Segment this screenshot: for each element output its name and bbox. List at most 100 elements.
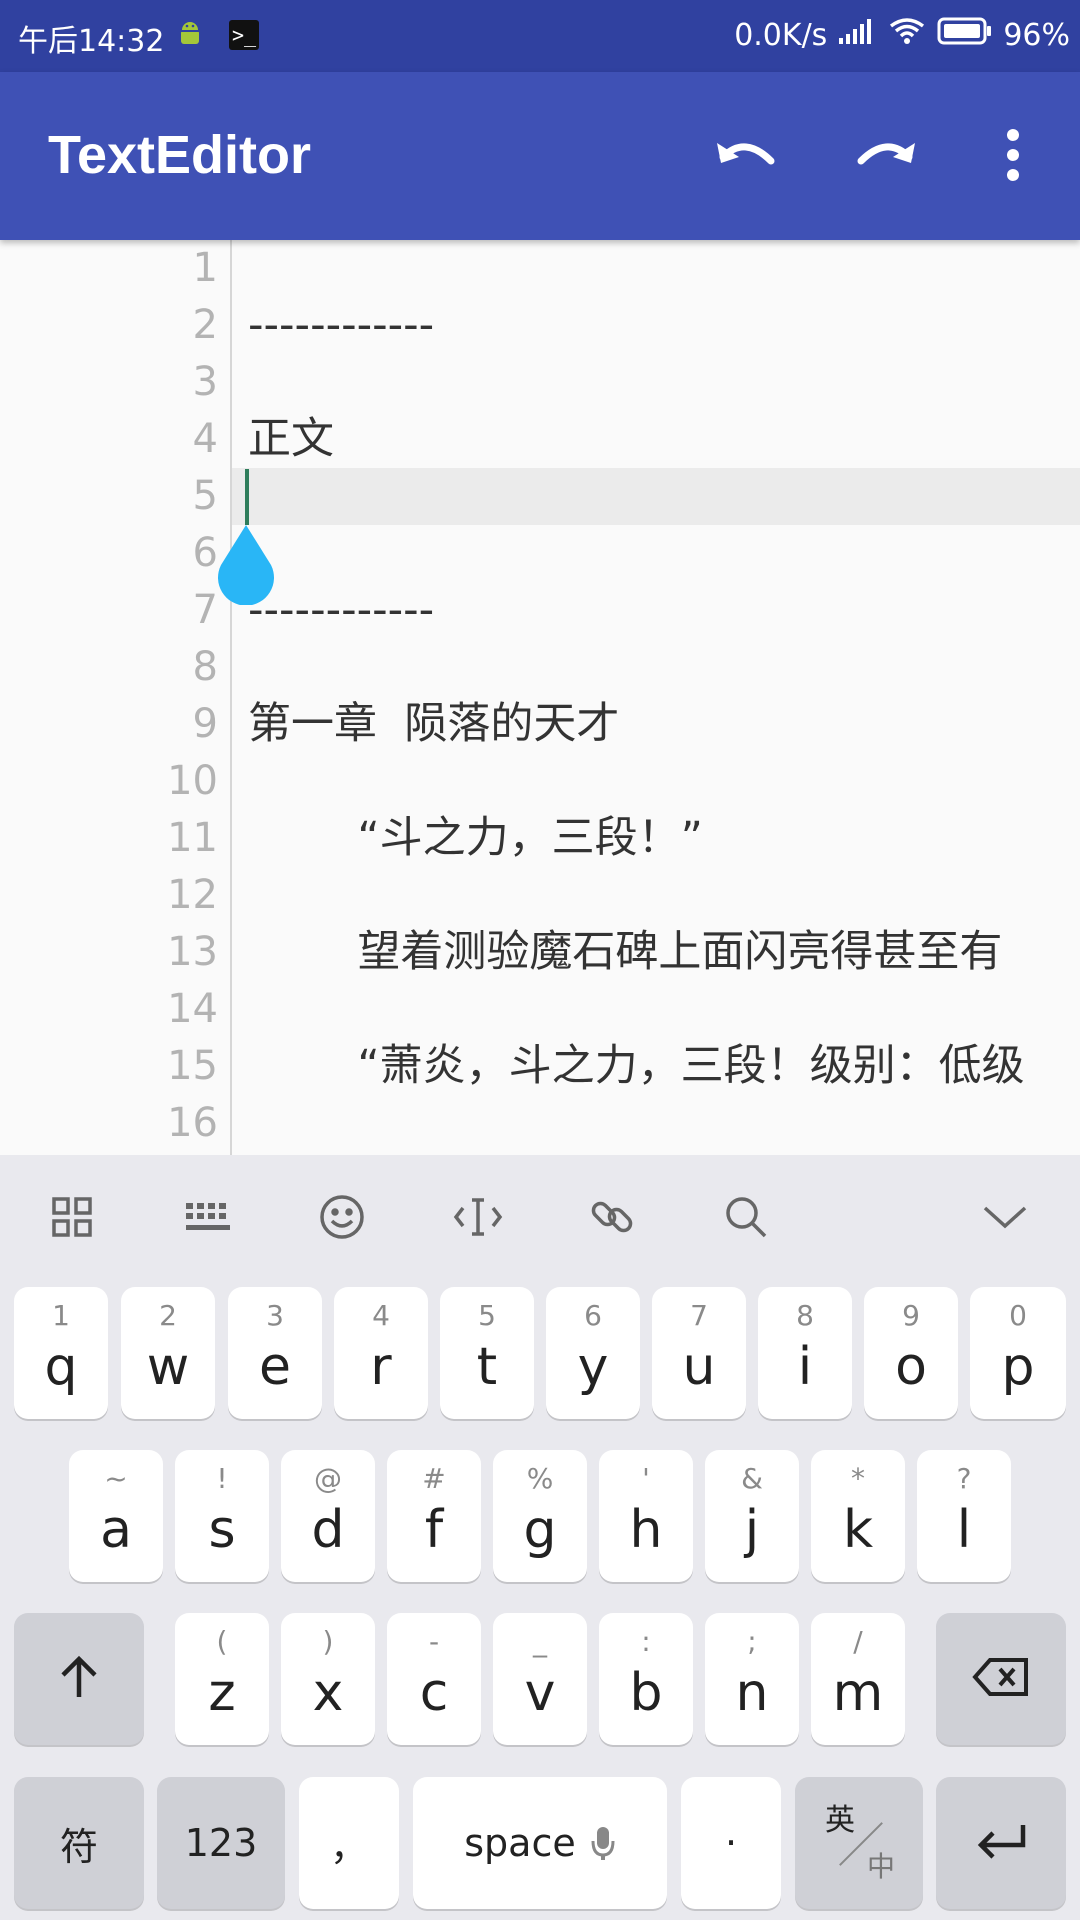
key-label: 123 (184, 1821, 258, 1865)
line-text: 正文 (248, 414, 334, 464)
key-h[interactable]: ' h (599, 1450, 693, 1582)
editor-line[interactable]: 12 (0, 867, 1080, 924)
enter-key[interactable] (936, 1777, 1066, 1909)
key-label: u (682, 1337, 716, 1397)
key-label: l (956, 1500, 972, 1560)
editor-line[interactable]: 8 (0, 639, 1080, 696)
key-x[interactable]: ) x (281, 1613, 375, 1745)
key-o[interactable]: 9o (864, 1287, 958, 1419)
line-number: 4 (192, 416, 218, 462)
line-number: 3 (192, 359, 218, 405)
editor-line[interactable]: 9 第一章 陨落的天才 (0, 696, 1080, 753)
undo-icon (713, 135, 777, 179)
key-p[interactable]: 0p (970, 1287, 1066, 1419)
key-sub: & (741, 1462, 763, 1495)
numbers-key[interactable]: 123 (157, 1777, 285, 1909)
line-number: 8 (192, 644, 218, 690)
key-sub: @ (314, 1462, 342, 1495)
editor-line[interactable]: 10 (0, 753, 1080, 810)
key-sub: ! (216, 1462, 228, 1495)
key-y[interactable]: 6y (546, 1287, 640, 1419)
key-d[interactable]: @ d (281, 1450, 375, 1582)
key-f[interactable]: # f (387, 1450, 481, 1582)
editor-line[interactable]: 4 正文 (0, 411, 1080, 468)
key-label: p (1001, 1337, 1035, 1397)
key-label: ， (329, 1824, 368, 1869)
editor-line[interactable]: 1 (0, 240, 1080, 297)
keyboard-switch-button[interactable] (178, 1189, 238, 1249)
editor-line[interactable]: 2 ------------ (0, 297, 1080, 354)
shift-key[interactable] (14, 1613, 144, 1745)
key-k[interactable]: * k (811, 1450, 905, 1582)
key-c[interactable]: -c (387, 1613, 481, 1745)
grid-button[interactable] (42, 1189, 102, 1249)
key-l[interactable]: ? l (917, 1450, 1011, 1582)
space-key[interactable]: space (413, 1777, 667, 1909)
key-label: z (208, 1663, 236, 1723)
overflow-menu-button[interactable] (978, 122, 1048, 192)
key-label: 符 (59, 1824, 98, 1869)
editor-line[interactable]: 16 (0, 1095, 1080, 1152)
backspace-key[interactable] (936, 1613, 1066, 1745)
editor-line[interactable]: 3 (0, 354, 1080, 411)
hide-keyboard-button[interactable] (975, 1189, 1035, 1249)
key-label: space (464, 1821, 576, 1865)
key-g[interactable]: % g (493, 1450, 587, 1582)
key-sub: * (851, 1462, 865, 1495)
cursor-handle[interactable] (215, 523, 277, 606)
more-vert-icon (1003, 129, 1023, 185)
key-sub: 1 (52, 1299, 70, 1332)
key-sub: _ (533, 1625, 547, 1658)
line-number: 9 (192, 701, 218, 747)
line-text: 望着测验魔石碑上面闪亮得甚至有 (248, 927, 1003, 977)
key-v[interactable]: _ v (493, 1613, 587, 1745)
line-number: 6 (192, 530, 218, 576)
lang-top-label: 英 (825, 1803, 855, 1838)
editor-line[interactable]: 14 (0, 981, 1080, 1038)
text-cursor (245, 469, 249, 525)
comma-key[interactable]: ， (299, 1777, 399, 1909)
key-sub: - (428, 1625, 440, 1658)
editor-line[interactable]: 6 (0, 525, 1080, 582)
clipboard-button[interactable] (582, 1189, 642, 1249)
key-r[interactable]: 4r (334, 1287, 428, 1419)
editor-line[interactable]: 15 “萧炎，斗之力，三段！级别：低级 (0, 1038, 1080, 1095)
key-n[interactable]: ; n (705, 1613, 799, 1745)
key-a[interactable]: ~ a (69, 1450, 163, 1582)
key-z[interactable]: (z (175, 1613, 269, 1745)
wifi-icon (887, 16, 927, 54)
language-switch-key[interactable]: 英 中 (795, 1777, 923, 1909)
key-b[interactable]: :b (599, 1613, 693, 1745)
cursor-icon (453, 1196, 503, 1242)
key-i[interactable]: 8i (758, 1287, 852, 1419)
key-sub: 9 (902, 1299, 920, 1332)
editor-line[interactable]: 5 (0, 468, 1080, 525)
key-w[interactable]: 2w (121, 1287, 215, 1419)
cursor-control-button[interactable] (448, 1189, 508, 1249)
search-button[interactable] (716, 1189, 776, 1249)
shift-icon (57, 1653, 101, 1705)
redo-button[interactable] (852, 122, 922, 192)
key-sub: 5 (478, 1299, 496, 1332)
editor-line[interactable]: 11 “斗之力，三段！” (0, 810, 1080, 867)
key-t[interactable]: 5t (440, 1287, 534, 1419)
emoji-button[interactable] (312, 1189, 372, 1249)
key-m[interactable]: / m (811, 1613, 905, 1745)
undo-button[interactable] (710, 122, 780, 192)
code-editor[interactable]: 1 2 ------------ 3 4 正文 5 6 7 ----------… (0, 240, 1080, 1155)
key-j[interactable]: & j (705, 1450, 799, 1582)
battery-level: 96% (1003, 17, 1070, 53)
key-e[interactable]: 3e (228, 1287, 322, 1419)
key-u[interactable]: 7u (652, 1287, 746, 1419)
key-sub: ) (322, 1625, 334, 1658)
period-key[interactable]: · (681, 1777, 781, 1909)
symbols-key[interactable]: 符 (14, 1777, 144, 1909)
network-speed: 0.0K/s (734, 17, 828, 53)
editor-line[interactable]: 7 ------------ (0, 582, 1080, 639)
key-label: b (629, 1663, 663, 1723)
key-s[interactable]: ! s (175, 1450, 269, 1582)
key-q[interactable]: 1q (14, 1287, 108, 1419)
line-number: 14 (167, 986, 218, 1032)
editor-line[interactable]: 13 望着测验魔石碑上面闪亮得甚至有 (0, 924, 1080, 981)
key-sub: 3 (266, 1299, 284, 1332)
